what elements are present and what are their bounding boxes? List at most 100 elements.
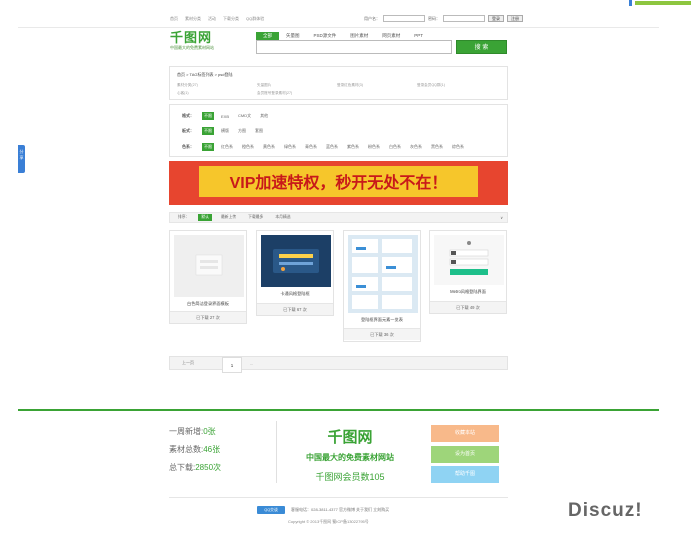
thumbnail-image[interactable] [261,235,331,287]
filter-option[interactable]: 黑色系 [429,143,445,151]
filter-option[interactable]: 不限 [202,127,214,135]
share-side-tab[interactable]: 分享 [18,145,25,173]
filter-option[interactable]: 红色系 [219,143,235,151]
stat-label: 一周新增: [169,427,204,436]
breadcrumb[interactable]: 首页 > TAG标签列表 > psd登陆 [177,72,233,78]
vip-banner[interactable]: VIP加速特权，秒开无处不在！ [169,161,508,205]
sort-option-most-downloaded[interactable]: 下载最多 [245,214,266,221]
filter-option[interactable]: 绿色系 [282,143,298,151]
prev-page-button[interactable]: 上一页 [182,360,194,366]
register-button[interactable]: 注册 [507,15,523,22]
resource-card[interactable]: 卡通风格登陆框 已下载 67 次 [256,230,334,316]
related-tag[interactable]: 矢量图片 [257,83,337,88]
card-downloads: 已下载 67 次 [257,303,333,315]
search-button[interactable]: 搜 索 [456,40,507,54]
filter-option[interactable]: 不限 [202,112,214,120]
site-logo[interactable]: 千图网 中国最大的免费素材网站 [170,31,230,51]
related-tag[interactable]: 素材分类(27) [177,83,257,88]
filter-option[interactable]: 蓝色系 [324,143,340,151]
filter-row-layout: 板式： 不限 横版 方图 套图 [182,127,270,135]
related-tag[interactable]: 登录红色素材(3) [337,83,417,88]
filter-panel: 格式： 不限 EXB CMD文 其他 板式： 不限 横版 方图 套图 色系： 不… [169,104,508,157]
filter-option[interactable]: 橙色系 [240,143,256,151]
search-tab-all[interactable]: 全部 [256,32,279,40]
nav-link-events[interactable]: 活动 [208,16,216,22]
footer-member-count: 千图网会员数105 [315,472,385,482]
filter-option[interactable]: 紫色系 [345,143,361,151]
password-input[interactable] [443,15,485,22]
sort-option-default[interactable]: 默认 [198,214,212,221]
related-tag[interactable]: 心客(1) [177,91,257,96]
filter-option[interactable]: 综色系 [450,143,466,151]
filter-option[interactable]: CMD文 [236,112,253,120]
bookmark-site-button[interactable]: 收藏本站 [431,425,499,442]
filter-option[interactable]: 白色系 [387,143,403,151]
page-number-current[interactable]: 1 [222,357,242,373]
stat-downloads: 总下载:2850次 [169,459,221,477]
resource-card[interactable]: 白色简洁登录界面模板 已下载 27 次 [169,230,247,324]
thumbnail-image[interactable] [348,235,418,313]
username-label: 用户名： [364,15,380,21]
discuz-watermark: Discuz! [568,500,643,521]
stat-value: 0张 [203,427,216,436]
nav-link-download-categories[interactable]: 下载分类 [223,16,239,22]
search-tab-psd[interactable]: PSD源文件 [307,32,344,40]
search-tab-vector[interactable]: 矢量图 [279,32,307,40]
search-tab-ppt[interactable]: PPT [407,32,430,40]
resource-card[interactable]: 登陆框界面元素一览表 已下载 36 次 [343,230,421,342]
card-title[interactable]: Metro风格登陆界面 [430,289,506,295]
filter-row-format: 格式： 不限 EXB CMD文 其他 [182,112,275,120]
sort-option-monthly[interactable]: 本月精选 [272,214,293,221]
nav-link-categories[interactable]: 素材分类 [185,16,201,22]
related-tag[interactable]: 会员账号登录素材(27) [257,91,337,96]
help-button[interactable]: 帮助千图 [431,466,499,483]
card-title[interactable]: 登陆框界面元素一览表 [344,317,420,323]
nav-link-qq-group[interactable]: QQ群体验 [246,16,264,22]
nav-link-home[interactable]: 首页 [170,16,178,22]
card-downloads: 已下载 27 次 [170,311,246,323]
footer-divider [18,409,659,411]
filter-option[interactable]: 灰色系 [408,143,424,151]
resource-card[interactable]: Metro风格登陆界面 已下载 49 次 [429,230,507,314]
filter-option[interactable]: 方图 [236,127,248,135]
card-title[interactable]: 卡通风格登陆框 [257,291,333,297]
copyright-text: Copyright © 2013千图网 蜀ICP备13022795号 [288,519,369,524]
footer-contact-links[interactable]: 客服电话：028-3811-4377 官方微博 关于我们 立刻购买 [291,507,389,513]
chevron-down-icon[interactable]: ∨ [500,215,503,220]
sort-label: 排序： [178,215,190,219]
sort-bar: 排序： 默认 最新上传 下载最多 本月精选 ∨ [169,212,508,223]
stat-label: 总下载: [169,463,196,472]
thumbnail-image[interactable] [434,235,504,285]
stat-label: 素材总数: [169,445,204,454]
search-tab-web[interactable]: 网页素材 [375,32,407,40]
banner-text: VIP加速特权，秒开无处不在！ [229,175,448,192]
brand-logo-icon [629,0,691,6]
related-tag[interactable]: 登录会员QQ群(1) [417,83,497,88]
filter-option[interactable]: 不限 [202,143,214,151]
search-tab-photo[interactable]: 图片素材 [343,32,375,40]
filter-option[interactable]: 横版 [219,127,231,135]
stat-value: 46张 [203,445,221,454]
site-stats: 一周新增:0张 素材总数:46张 总下载:2850次 [169,423,221,477]
filter-option[interactable]: 青色系 [303,143,319,151]
filter-option[interactable]: 其他 [258,112,270,120]
top-bar [0,0,691,12]
filter-option[interactable]: EXB [219,113,231,120]
filter-option[interactable]: 套图 [253,127,265,135]
thumbnail-image[interactable] [174,235,244,297]
card-title[interactable]: 白色简洁登录界面模板 [170,301,246,307]
password-label: 密码： [428,15,440,21]
filter-option[interactable]: 黄色系 [261,143,277,151]
username-input[interactable] [383,15,425,22]
filter-label: 格式： [182,113,194,118]
footer-logo-title: 千图网 [327,429,373,446]
breadcrumb-panel: 首页 > TAG标签列表 > psd登陆 素材分类(27) 矢量图片 登录红色素… [169,66,508,100]
filter-label: 板式： [182,128,194,133]
set-homepage-button[interactable]: 设为首页 [431,446,499,463]
related-tags: 素材分类(27) 矢量图片 登录红色素材(3) 登录会员QQ群(1) 心客(1)… [177,83,507,96]
filter-option[interactable]: 粉色系 [366,143,382,151]
sort-option-newest[interactable]: 最新上传 [218,214,239,221]
search-input[interactable] [256,40,452,54]
login-button[interactable]: 登录 [488,15,504,22]
qq-chat-button[interactable]: QQ交谈 [257,506,285,514]
